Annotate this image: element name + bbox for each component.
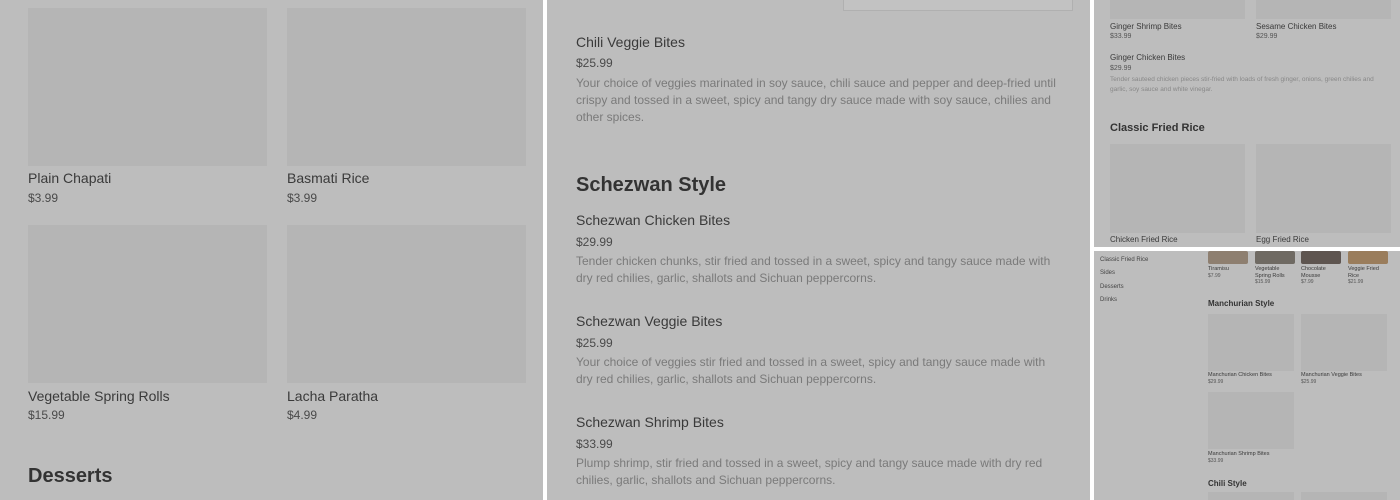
- item-name: Ginger Shrimp Bites: [1110, 22, 1182, 31]
- item-price: $29.99: [1208, 379, 1224, 385]
- item-name: Manchurian Veggie Bites: [1301, 372, 1362, 378]
- item-price: $25.99: [1301, 379, 1317, 385]
- item-name: Vegetable Spring Rolls: [1255, 266, 1285, 279]
- item-price: $33.99: [576, 437, 613, 451]
- sidebar-item-drinks[interactable]: Drinks: [1100, 297, 1117, 303]
- item-image-placeholder[interactable]: [28, 8, 267, 166]
- sidebar-item-sides[interactable]: Sides: [1100, 270, 1115, 276]
- item-image-placeholder[interactable]: [287, 225, 526, 383]
- item-name: Sesame Chicken Bites: [1256, 22, 1337, 31]
- item-name: Schezwan Shrimp Bites: [576, 414, 724, 430]
- item-image-placeholder[interactable]: [1208, 314, 1294, 371]
- sidebar-item-desserts[interactable]: Desserts: [1100, 284, 1124, 290]
- item-name: Schezwan Veggie Bites: [576, 313, 723, 329]
- item-image-placeholder[interactable]: [1256, 0, 1391, 19]
- item-price: $25.99: [576, 56, 613, 70]
- item-price: $29.99: [1110, 65, 1132, 72]
- menu-panel-overview: Classic Fried Rice Sides Desserts Drinks…: [1094, 251, 1400, 500]
- item-price: $25.99: [576, 336, 613, 350]
- item-price: $4.99: [287, 408, 318, 422]
- item-price: $15.99: [28, 408, 65, 422]
- item-image[interactable]: [1301, 251, 1341, 264]
- item-price: $7.99: [1301, 279, 1314, 285]
- item-image[interactable]: [1255, 251, 1295, 264]
- item-price: $33.99: [1110, 33, 1132, 40]
- previous-card-edge: [843, 0, 1073, 11]
- item-name: Manchurian Chicken Bites: [1208, 372, 1272, 378]
- item-price: $7.99: [1208, 273, 1221, 279]
- item-image-placeholder[interactable]: [1110, 144, 1245, 233]
- item-description: Tender chicken chunks, stir fried and to…: [576, 254, 1051, 285]
- item-name: Egg Fried Rice: [1256, 235, 1309, 244]
- item-image-placeholder[interactable]: [1110, 0, 1245, 19]
- section-heading: Chili Style: [1208, 479, 1247, 488]
- item-image-placeholder[interactable]: [1301, 492, 1387, 500]
- item-image-placeholder[interactable]: [1208, 392, 1294, 449]
- item-image[interactable]: [1208, 251, 1248, 264]
- item-price: $3.99: [287, 191, 318, 205]
- item-name: Veggie Fried Rice: [1348, 266, 1379, 279]
- item-name: Chicken Fried Rice: [1110, 235, 1178, 244]
- menu-panel-ginger: Ginger Shrimp Bites $33.99 Sesame Chicke…: [1094, 0, 1400, 247]
- item-name: Chocolate Mousse: [1301, 266, 1326, 279]
- item-image-placeholder[interactable]: [1301, 314, 1387, 371]
- item-price: $3.99: [28, 191, 59, 205]
- sidebar-item-classic-fried-rice[interactable]: Classic Fried Rice: [1100, 257, 1148, 263]
- item-image[interactable]: [1348, 251, 1388, 264]
- menu-panel-sides: Plain Chapati $3.99 Basmati Rice $3.99 V…: [0, 0, 543, 500]
- item-name: Schezwan Chicken Bites: [576, 212, 731, 228]
- item-description: Tender sauteed chicken pieces stir-fried…: [1110, 76, 1374, 93]
- item-name: Vegetable Spring Rolls: [28, 388, 170, 404]
- menu-panel-schezwan: Chili Veggie Bites $25.99 Your choice of…: [547, 0, 1090, 500]
- item-price: $21.99: [1348, 279, 1364, 285]
- item-price: $33.99: [1208, 458, 1224, 464]
- item-price: $29.99: [576, 235, 613, 249]
- item-name: Ginger Chicken Bites: [1110, 53, 1186, 62]
- item-description: Plump shrimp, stir fried and tossed in a…: [576, 456, 1043, 487]
- section-heading: Schezwan Style: [576, 174, 727, 196]
- section-heading: Desserts: [28, 465, 113, 487]
- item-image-placeholder[interactable]: [28, 225, 267, 383]
- item-description: Your choice of veggies marinated in soy …: [576, 76, 1056, 124]
- item-name: Lacha Paratha: [287, 388, 379, 404]
- section-heading: Classic Fried Rice: [1110, 122, 1205, 134]
- item-name: Tiramisu: [1208, 266, 1229, 272]
- section-heading: Manchurian Style: [1208, 299, 1275, 308]
- item-image-placeholder[interactable]: [287, 8, 526, 166]
- item-name: Manchurian Shrimp Bites: [1208, 451, 1270, 457]
- item-name: Basmati Rice: [287, 170, 370, 186]
- item-price: $15.99: [1255, 279, 1271, 285]
- item-description: Your choice of veggies stir fried and to…: [576, 355, 1046, 386]
- item-name: Plain Chapati: [28, 170, 112, 186]
- item-image-placeholder[interactable]: [1208, 492, 1294, 500]
- item-price: $29.99: [1256, 33, 1278, 40]
- item-image-placeholder[interactable]: [1256, 144, 1391, 233]
- item-name: Chili Veggie Bites: [576, 34, 685, 50]
